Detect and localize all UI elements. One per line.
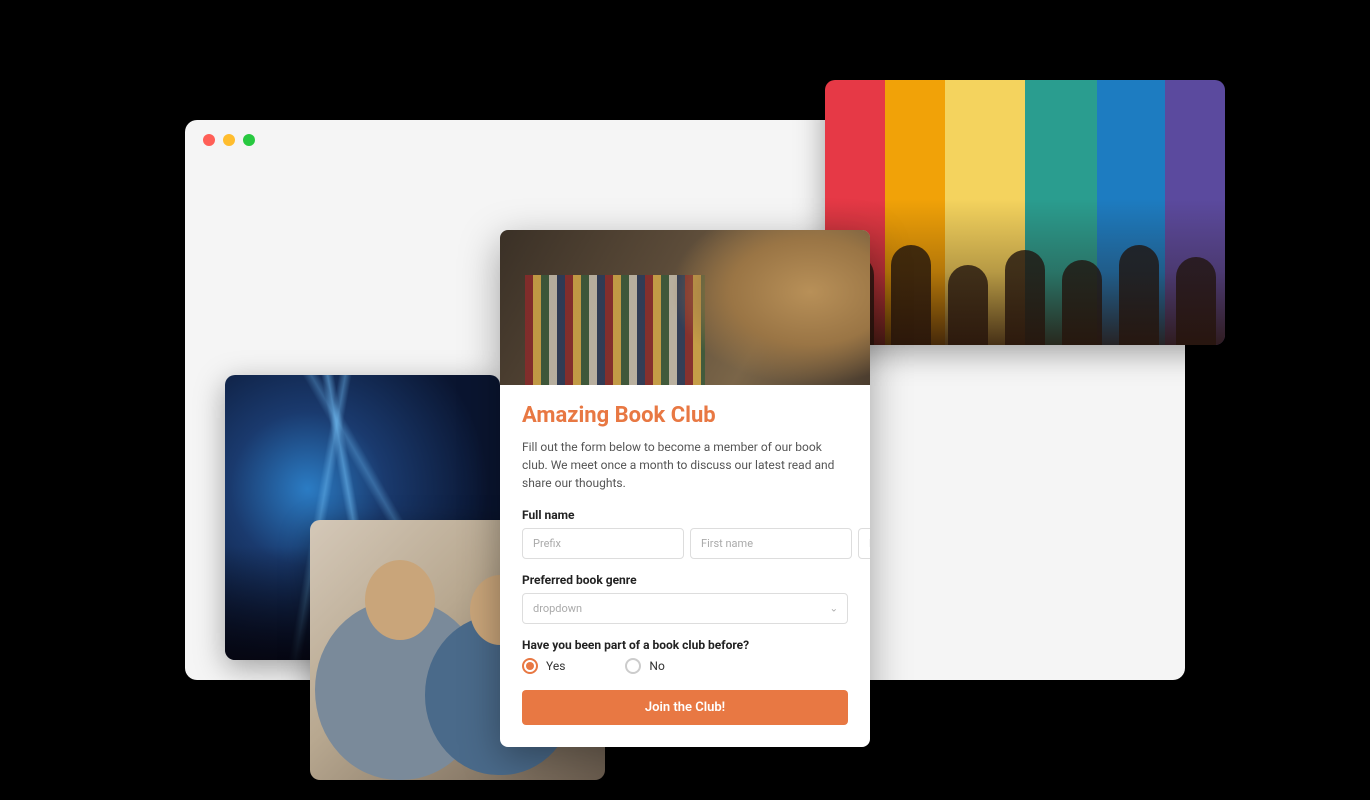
form-description: Fill out the form below to become a memb… <box>522 438 848 492</box>
radio-yes-label: Yes <box>546 659 565 673</box>
canvas: Amazing Book Club Fill out the form belo… <box>0 0 1370 800</box>
firstname-input[interactable] <box>690 528 852 559</box>
prior-label: Have you been part of a book club before… <box>522 638 848 652</box>
photo-rainbow-flag <box>825 80 1225 345</box>
radio-yes[interactable]: Yes <box>522 658 565 674</box>
prior-radio-group: Yes No <box>522 658 848 674</box>
minimize-dot-icon[interactable] <box>223 134 235 146</box>
maximize-dot-icon[interactable] <box>243 134 255 146</box>
radio-circle-icon <box>522 658 538 674</box>
genre-label: Preferred book genre <box>522 573 848 587</box>
form-title: Amazing Book Club <box>522 403 848 428</box>
radio-circle-icon <box>625 658 641 674</box>
form-hero-image <box>500 230 870 385</box>
prefix-input[interactable] <box>522 528 684 559</box>
fullname-label: Full name <box>522 508 848 522</box>
lastname-input[interactable] <box>858 528 870 559</box>
fullname-row <box>522 528 848 559</box>
close-dot-icon[interactable] <box>203 134 215 146</box>
genre-select-wrapper: dropdown ⌄ <box>522 593 848 624</box>
signup-form-card: Amazing Book Club Fill out the form belo… <box>500 230 870 747</box>
form-body: Amazing Book Club Fill out the form belo… <box>500 385 870 747</box>
genre-select[interactable]: dropdown <box>522 593 848 624</box>
radio-no-label: No <box>649 659 664 673</box>
radio-no[interactable]: No <box>625 658 664 674</box>
crowd-silhouette <box>825 213 1225 346</box>
submit-button[interactable]: Join the Club! <box>522 690 848 725</box>
